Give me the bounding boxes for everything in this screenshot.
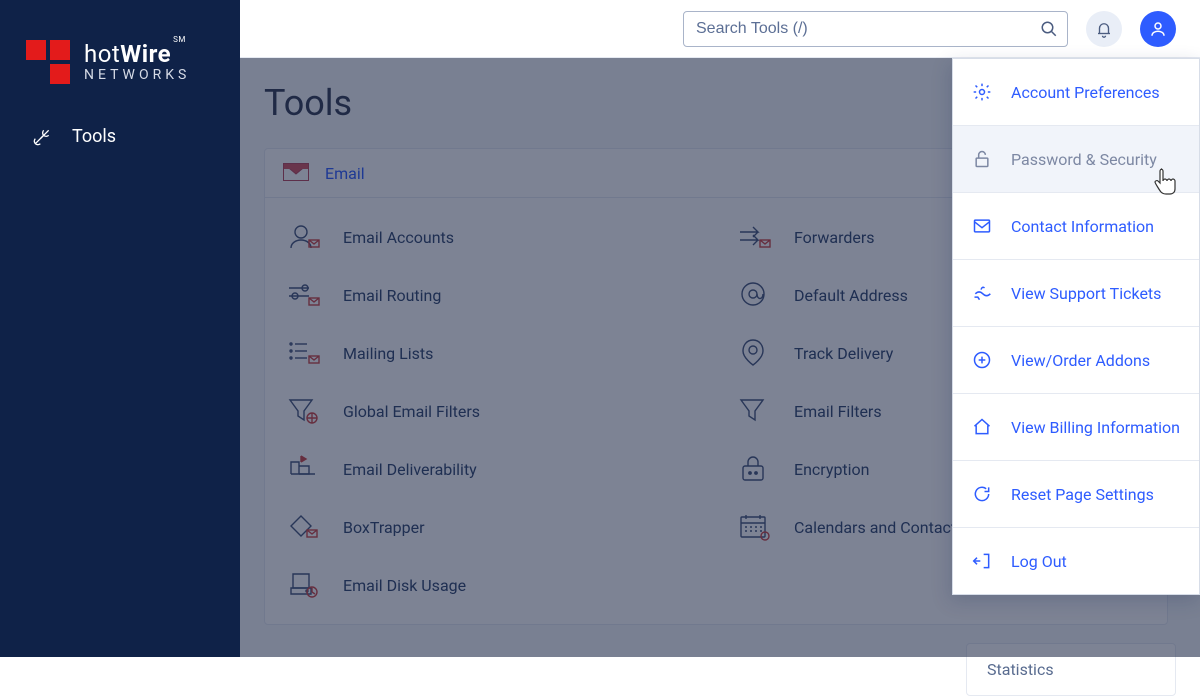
menu-support-tickets[interactable]: View Support Tickets bbox=[953, 260, 1199, 327]
tools-icon bbox=[32, 127, 52, 147]
menu-log-out[interactable]: Log Out bbox=[953, 528, 1199, 594]
home-icon bbox=[971, 416, 993, 438]
mail-icon bbox=[971, 215, 993, 237]
logout-icon bbox=[971, 550, 993, 572]
lock-icon bbox=[971, 148, 993, 170]
search-icon[interactable] bbox=[1040, 20, 1058, 38]
menu-label: View/Order Addons bbox=[1011, 351, 1150, 370]
menu-label: Log Out bbox=[1011, 552, 1067, 571]
brand-name: hotWireSM bbox=[84, 42, 190, 66]
topbar bbox=[240, 0, 1200, 58]
menu-label: Reset Page Settings bbox=[1011, 485, 1154, 504]
menu-label: Account Preferences bbox=[1011, 83, 1160, 102]
menu-label: View Billing Information bbox=[1011, 418, 1180, 437]
support-icon bbox=[971, 282, 993, 304]
sidebar-item-label: Tools bbox=[72, 126, 116, 147]
brand-sub: NETWORKS bbox=[84, 68, 190, 82]
plus-circle-icon bbox=[971, 349, 993, 371]
menu-label: View Support Tickets bbox=[1011, 284, 1161, 303]
menu-contact-information[interactable]: Contact Information bbox=[953, 193, 1199, 260]
menu-account-preferences[interactable]: Account Preferences bbox=[953, 59, 1199, 126]
logo-icon bbox=[26, 40, 70, 84]
notifications-button[interactable] bbox=[1086, 11, 1122, 47]
menu-view-order-addons[interactable]: View/Order Addons bbox=[953, 327, 1199, 394]
menu-view-billing[interactable]: View Billing Information bbox=[953, 394, 1199, 461]
user-menu-button[interactable] bbox=[1140, 11, 1176, 47]
search-input[interactable] bbox=[683, 11, 1068, 47]
menu-label: Password & Security bbox=[1011, 150, 1157, 169]
sidebar: hotWireSM NETWORKS Tools bbox=[0, 0, 240, 657]
gear-icon bbox=[971, 81, 993, 103]
bell-icon bbox=[1095, 20, 1113, 38]
menu-reset-page-settings[interactable]: Reset Page Settings bbox=[953, 461, 1199, 528]
user-icon bbox=[1149, 20, 1167, 38]
menu-label: Contact Information bbox=[1011, 217, 1154, 236]
user-dropdown: Account Preferences Password & Security … bbox=[952, 58, 1200, 595]
menu-password-security[interactable]: Password & Security bbox=[953, 126, 1199, 193]
search-wrap bbox=[683, 11, 1068, 47]
brand-logo[interactable]: hotWireSM NETWORKS bbox=[0, 0, 240, 114]
sidebar-item-tools[interactable]: Tools bbox=[0, 114, 240, 159]
refresh-icon bbox=[971, 483, 993, 505]
stats-title: Statistics bbox=[987, 660, 1054, 679]
